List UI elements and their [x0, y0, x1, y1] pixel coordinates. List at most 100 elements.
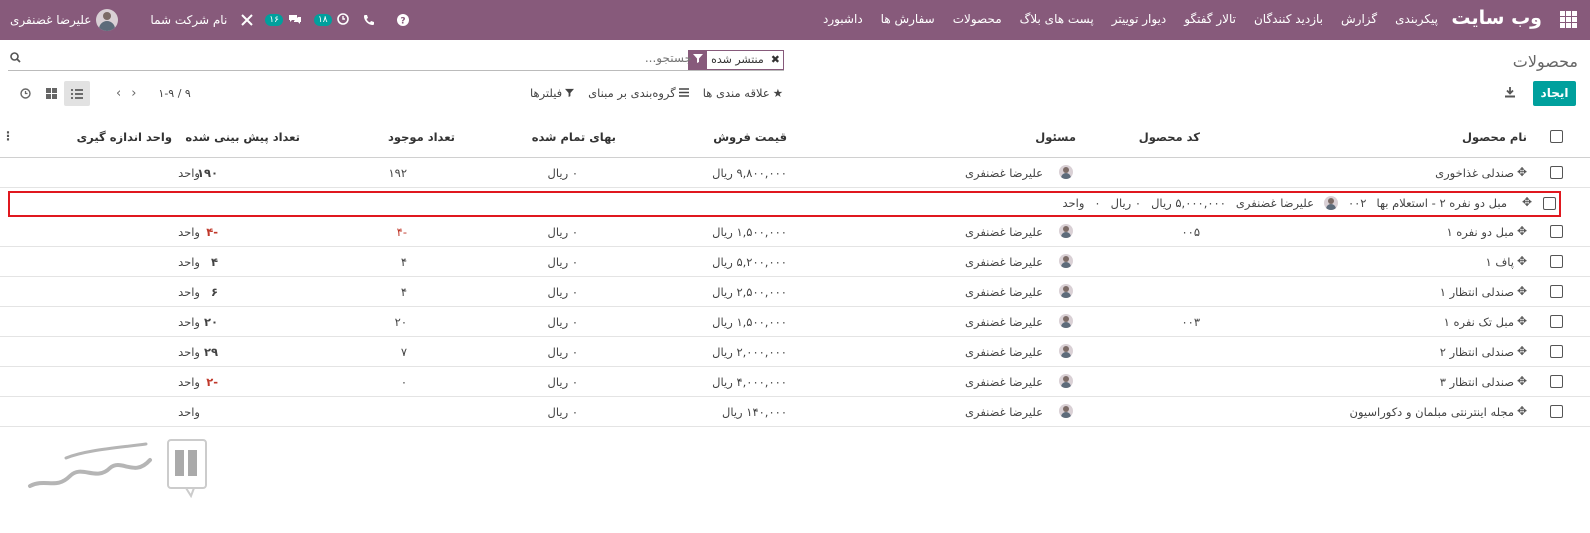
col-responsible[interactable]: مسئول [1035, 117, 1076, 157]
responsible-name: علیرضا غضنفری [964, 314, 1043, 329]
star-icon: ★ [772, 86, 783, 100]
uom-value: واحد [178, 374, 200, 389]
search-icon[interactable] [10, 52, 21, 66]
activities-menu[interactable]: ۱۸ [313, 12, 349, 28]
help-icon[interactable]: ? [396, 14, 409, 26]
drag-handle-icon[interactable]: ✥ [1517, 404, 1527, 418]
table-row[interactable]: ✥ مبل تک نفره ۱ ۰۰۳ علیرضا غضنفری ۱,۵۰۰,۰۰۰ … [0, 307, 1590, 337]
row-checkbox[interactable] [1550, 224, 1563, 238]
inline-price[interactable]: ۵,۰۰۰,۰۰۰ ریال [1151, 196, 1226, 210]
drag-handle-icon[interactable]: ✥ [1517, 224, 1527, 238]
select-all-checkbox[interactable] [1550, 130, 1563, 143]
inline-cost[interactable]: ۰ ریال [1111, 196, 1141, 210]
list-view-icon[interactable] [64, 81, 90, 106]
table-row[interactable]: ✥ صندلی انتظار ۱ علیرضا غضنفری ۲,۵۰۰,۰۰۰ ری… [0, 277, 1590, 307]
col-name[interactable]: نام محصول [1462, 117, 1527, 157]
col-onhand[interactable]: تعداد موجود [388, 117, 455, 157]
col-forecast[interactable]: تعداد پیش بینی شده [185, 117, 300, 157]
pager-value[interactable]: ۱-۹ / ۹ [158, 87, 190, 100]
uom-value: واحد [178, 404, 200, 419]
cost-price: ۰ ریال [547, 284, 578, 299]
table-row[interactable]: ✥ مجله اینترنتی مبلمان و دکوراسیون علیرضا … [0, 397, 1590, 427]
table-row[interactable]: ✥ صندلی غذاخوری علیرضا غضنفری ۹,۸۰۰,۰۰۰ ریا… [0, 158, 1590, 188]
activity-view-icon[interactable] [12, 81, 38, 106]
row-checkbox[interactable] [1550, 314, 1563, 328]
product-name[interactable]: مبل تک نفره ۱ [1444, 307, 1514, 336]
menu-item-twitter-wall[interactable]: دیوار توییتر [1112, 12, 1167, 26]
sale-price: ۱۴۰,۰۰۰ ریال [722, 404, 787, 419]
search-facet: منتشر شده ✖ [688, 50, 784, 70]
product-name[interactable]: صندلی غذاخوری [1435, 158, 1514, 187]
product-name[interactable]: صندلی انتظار ۲ [1440, 337, 1514, 366]
menu-item-visitors[interactable]: بازدید کنندگان [1254, 12, 1323, 26]
drag-handle-icon[interactable]: ✥ [1517, 344, 1527, 358]
table-row[interactable]: ✥ صندلی انتظار ۲ علیرضا غضنفری ۲,۰۰۰,۰۰۰ ری… [0, 337, 1590, 367]
drag-handle-icon[interactable]: ✥ [1517, 374, 1527, 388]
drag-handle-icon[interactable]: ✥ [1517, 314, 1527, 328]
inline-product-code[interactable]: ۰۰۲ [1348, 196, 1367, 210]
tools-icon[interactable] [241, 14, 254, 26]
drag-handle-icon[interactable]: ✥ [1517, 165, 1527, 179]
menu-item-reporting[interactable]: گزارش [1341, 12, 1377, 26]
product-name[interactable]: مجله اینترنتی مبلمان و دکوراسیون [1350, 397, 1514, 426]
inline-edit-row[interactable]: ✥ مبل دو نفره ۲ - استعلام بها ۰۰۲ علیرضا… [8, 191, 1561, 217]
company-switcher[interactable]: نام شرکت شما [150, 13, 227, 27]
menu-item-forum[interactable]: تالار گفتگو [1184, 12, 1236, 26]
favorites-dropdown[interactable]: ★ علاقه مندی ها [703, 86, 783, 100]
create-button[interactable]: ایجاد [1533, 81, 1576, 106]
messages-badge: ۱۶ [265, 14, 283, 26]
kanban-view-icon[interactable] [38, 81, 64, 106]
col-uom[interactable]: واحد اندازه گیری [77, 117, 172, 157]
row-checkbox[interactable] [1550, 404, 1563, 418]
row-checkbox[interactable] [1550, 254, 1563, 268]
table-row[interactable]: ✥ صندلی انتظار ۳ علیرضا غضنفری ۴,۰۰۰,۰۰۰ ری… [0, 367, 1590, 397]
col-code[interactable]: کد محصول [1139, 117, 1200, 157]
apps-grid-icon[interactable] [1560, 11, 1577, 28]
qty-forecast: ۶ [210, 284, 218, 299]
menu-item-dashboard[interactable]: داشبورد [823, 12, 863, 26]
col-cost[interactable]: بهای تمام شده [532, 117, 616, 157]
table-row[interactable]: ✥ مبل دو نفره ۱ ۰۰۵ علیرضا غضنفری ۱,۵۰۰,۰۰۰ … [0, 217, 1590, 247]
menu-item-orders[interactable]: سفارش ها [881, 12, 935, 26]
app-brand[interactable]: وب سایت [1451, 7, 1542, 29]
company-name: نام شرکت شما [150, 13, 228, 27]
user-menu[interactable]: علیرضا غضنفری [10, 9, 119, 31]
filters-dropdown[interactable]: فیلترها [530, 86, 575, 100]
chevron-left-icon[interactable]: ‹ [116, 86, 121, 101]
product-name[interactable]: مبل دو نفره ۱ [1446, 217, 1514, 246]
menu-item-configuration[interactable]: پیکربندی [1395, 12, 1438, 26]
avatar [1059, 314, 1073, 328]
drag-handle-icon[interactable]: ✥ [1522, 195, 1532, 209]
row-checkbox[interactable] [1543, 197, 1556, 210]
product-name[interactable]: پاف ۱ [1486, 247, 1514, 276]
inline-uom[interactable]: واحد [1063, 196, 1085, 210]
optional-columns-icon[interactable]: ⋮ [2, 129, 14, 143]
search-input[interactable] [290, 50, 694, 66]
activities-badge: ۱۸ [313, 14, 332, 26]
product-code: ۰۰۵ [1181, 224, 1200, 239]
groupby-dropdown[interactable]: گروه‌بندی بر مبنای [588, 86, 689, 100]
messages-menu[interactable]: ۱۶ [265, 13, 302, 28]
menu-item-blog-posts[interactable]: پست های بلاگ [1020, 12, 1094, 26]
chevron-right-icon[interactable]: › [131, 86, 136, 101]
inline-onhand[interactable]: ۰ [1094, 196, 1100, 210]
product-name[interactable]: صندلی انتظار ۳ [1440, 367, 1514, 396]
avatar [1059, 224, 1073, 238]
close-icon[interactable]: ✖ [768, 51, 783, 69]
menu-item-products[interactable]: محصولات [953, 12, 1002, 26]
download-icon[interactable] [1504, 86, 1516, 101]
inline-product-name[interactable]: مبل دو نفره ۲ - استعلام بها [1376, 196, 1507, 210]
table-row[interactable]: ✥ پاف ۱ علیرضا غضنفری ۵,۲۰۰,۰۰۰ ریال ۰ ریال ۴… [0, 247, 1590, 277]
col-price[interactable]: قیمت فروش [713, 117, 787, 157]
row-checkbox[interactable] [1550, 344, 1563, 358]
product-name[interactable]: صندلی انتظار ۱ [1440, 277, 1514, 306]
row-checkbox[interactable] [1550, 165, 1563, 179]
drag-handle-icon[interactable]: ✥ [1517, 254, 1527, 268]
products-table: نام محصول کد محصول مسئول قیمت فروش بهای … [0, 117, 1590, 427]
inline-responsible[interactable]: علیرضا غضنفری [1236, 196, 1314, 210]
row-checkbox[interactable] [1550, 284, 1563, 298]
phone-icon[interactable] [363, 14, 375, 26]
sale-price: ۲,۵۰۰,۰۰۰ ریال [712, 284, 787, 299]
drag-handle-icon[interactable]: ✥ [1517, 284, 1527, 298]
row-checkbox[interactable] [1550, 374, 1563, 388]
